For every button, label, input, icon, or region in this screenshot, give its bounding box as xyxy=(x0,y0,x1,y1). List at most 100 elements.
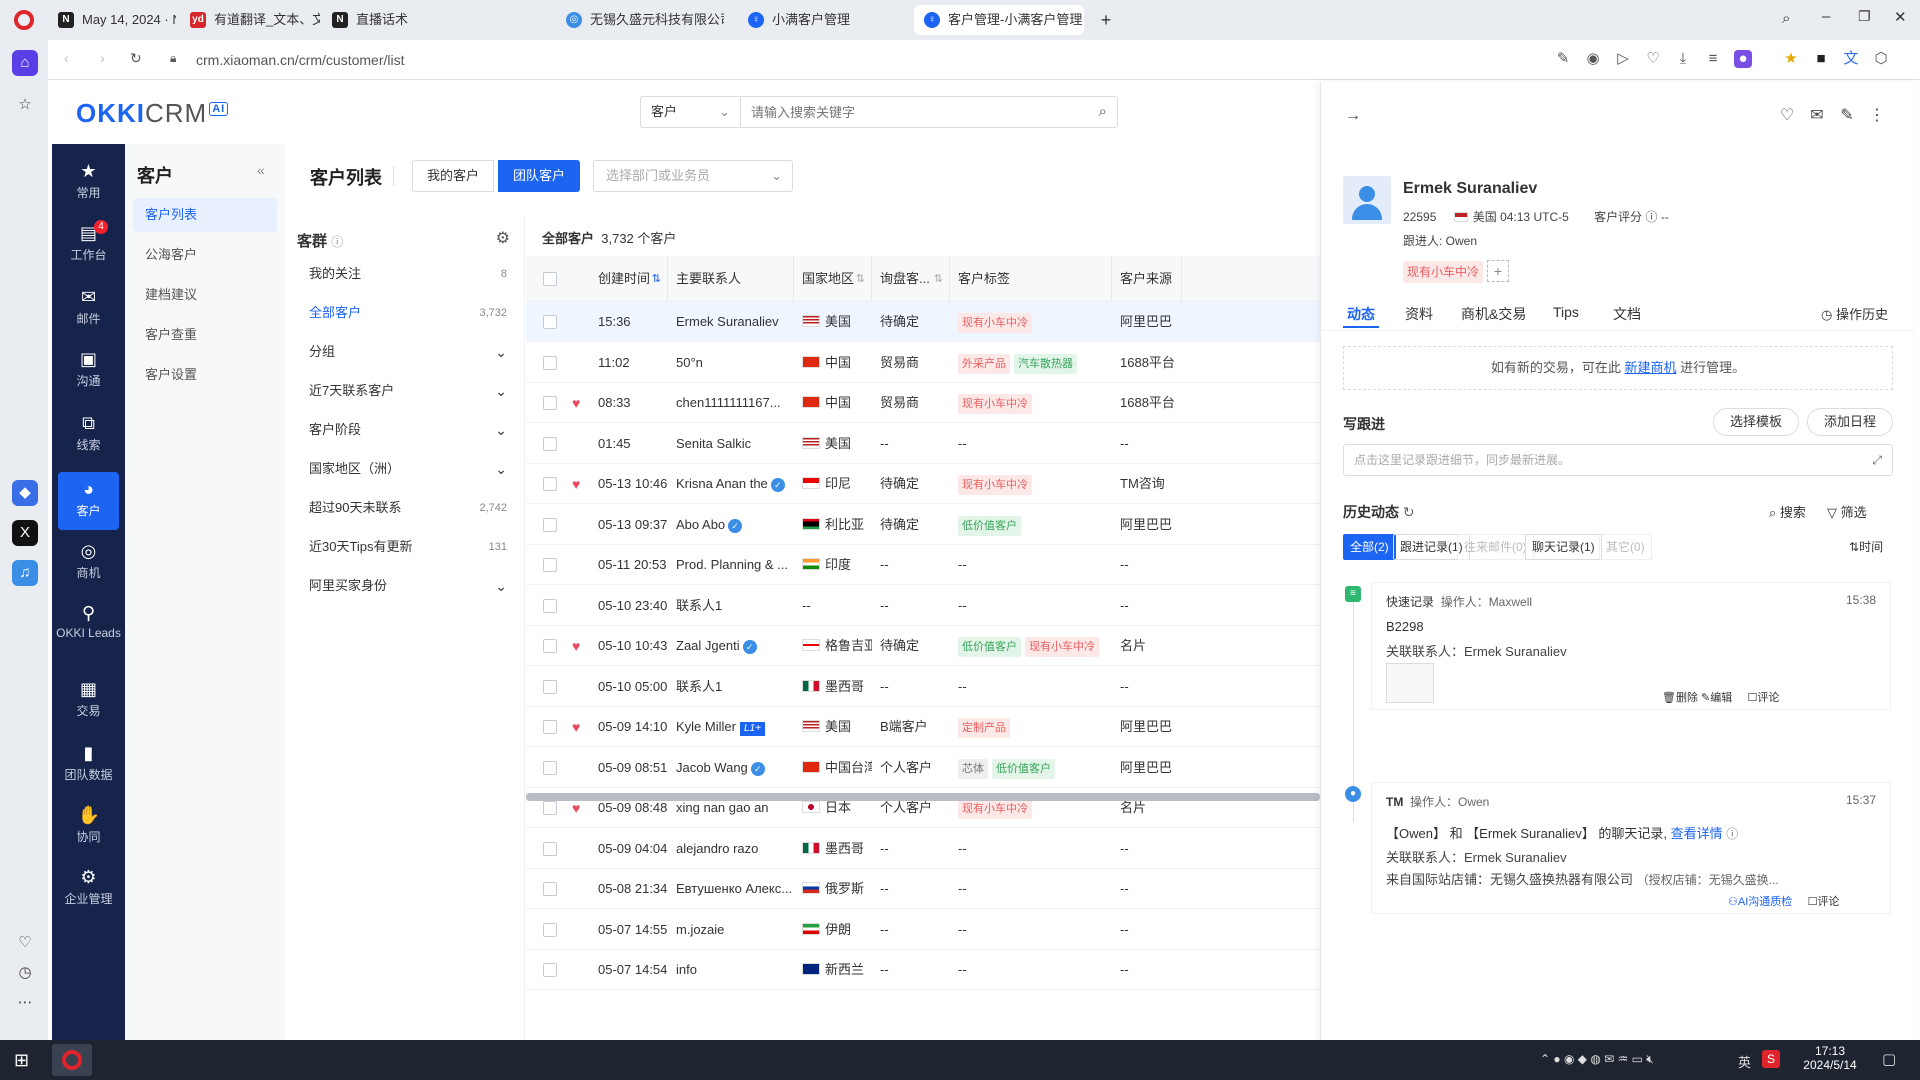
star-icon[interactable]: ☆ xyxy=(12,92,38,118)
download-icon[interactable]: ⤓ xyxy=(1674,50,1692,68)
extension-icon[interactable]: ■ xyxy=(1812,50,1830,68)
headset-icon[interactable]: ♫ xyxy=(12,560,38,586)
opera-taskbar-button[interactable] xyxy=(52,1044,92,1076)
mail-icon[interactable]: ✉ xyxy=(1807,106,1827,126)
edit-icon[interactable]: ✎ xyxy=(1837,106,1857,126)
row-checkbox[interactable] xyxy=(543,558,557,572)
row-checkbox[interactable] xyxy=(543,598,557,613)
row-checkbox[interactable] xyxy=(543,396,557,410)
subnav-item-public[interactable]: 公海客户 xyxy=(133,238,277,272)
history-search[interactable]: ⌕ 搜索 xyxy=(1769,502,1806,521)
minimize-button[interactable]: – xyxy=(1822,8,1830,25)
row-checkbox[interactable] xyxy=(543,315,557,329)
subnav-item-suggest[interactable]: 建档建议 xyxy=(133,278,277,312)
group-item[interactable]: 近30天Tips有更新 131 xyxy=(297,527,519,567)
history-icon[interactable]: ◷ xyxy=(12,960,38,986)
nav-item-2[interactable]: ✉ 邮件 xyxy=(52,280,125,338)
url-field[interactable]: crm.xiaoman.cn/crm/customer/list xyxy=(196,46,1746,74)
contact-cell[interactable]: 50°n xyxy=(676,343,794,383)
tab-deals[interactable]: 商机&交易 xyxy=(1461,304,1526,324)
sort-icon[interactable]: ⇅ xyxy=(934,256,943,302)
delete-button[interactable]: 🗑︎删除 xyxy=(1662,692,1698,704)
contact-cell[interactable]: m.jozaie xyxy=(676,910,794,950)
profile-icon[interactable]: ● xyxy=(1734,50,1752,68)
table-row[interactable]: 05-10 23:40 联系人1 -- -- -- -- xyxy=(526,586,1320,626)
column-header[interactable]: 国家地区 ⇅ xyxy=(794,256,872,302)
help-icon[interactable]: ⓘ xyxy=(331,235,343,249)
team-customers-tab[interactable]: 团队客户 xyxy=(498,160,581,192)
play-icon[interactable]: ▷ xyxy=(1614,50,1632,68)
windows-start-icon[interactable]: ⊞ xyxy=(14,1050,29,1071)
table-row[interactable]: 05-11 20:53 Prod. Planning & ... 印度 -- -- -- xyxy=(526,545,1320,585)
browser-tab-active[interactable]: ♀ 客户管理-小满客户管理 xyxy=(914,5,1084,35)
table-row[interactable]: 05-08 21:34 Евтушенко Алекс... 俄罗斯 -- -- -- xyxy=(526,869,1320,909)
group-item[interactable]: 全部客户 3,732 xyxy=(297,293,519,333)
comment-button[interactable]: ☐评论 xyxy=(1748,692,1780,704)
heart-icon[interactable]: ♥ xyxy=(572,638,580,654)
table-row[interactable]: 05-07 14:55 m.jozaie 伊朗 -- -- -- xyxy=(526,910,1320,950)
row-checkbox[interactable] xyxy=(543,760,557,775)
heart-icon[interactable]: ♥ xyxy=(572,719,580,735)
x-icon[interactable]: X xyxy=(12,520,38,546)
new-deal-link[interactable]: 新建商机 xyxy=(1624,360,1676,375)
row-checkbox[interactable] xyxy=(543,679,557,694)
contact-cell[interactable]: info xyxy=(676,950,794,990)
table-row[interactable]: 05-09 04:04 alejandro razo 墨西哥 -- -- -- xyxy=(526,829,1320,869)
add-schedule-button[interactable]: 添加日程 xyxy=(1807,408,1894,436)
nav-item-1[interactable]: ▤ 工作台 4 xyxy=(52,216,125,274)
group-item[interactable]: 分组 ⌄ xyxy=(297,332,519,372)
camera-icon[interactable]: ◉ xyxy=(1584,50,1602,68)
view-details-link[interactable]: 查看详情 xyxy=(1671,826,1723,841)
row-checkbox[interactable] xyxy=(543,801,557,815)
okki-crm-logo[interactable]: OKKICRM AI xyxy=(76,98,229,129)
translate-icon[interactable]: 文 xyxy=(1842,50,1860,68)
my-customers-tab[interactable]: 我的客户 xyxy=(412,160,495,192)
clock[interactable]: 17:13 2024/5/14 xyxy=(1800,1044,1860,1072)
contact-cell[interactable]: 联系人1 xyxy=(676,667,794,707)
contact-cell[interactable]: Abo Abo ✓ xyxy=(676,505,794,545)
heart-icon[interactable]: ♥ xyxy=(572,800,580,816)
ai-quality-check-button[interactable]: ⚇AI沟通质检 xyxy=(1728,896,1792,908)
contact-cell[interactable]: Jacob Wang ✓ xyxy=(676,748,794,788)
table-row[interactable]: 05-07 14:54 info 新西兰 -- -- -- xyxy=(526,950,1320,990)
table-row[interactable]: ♥ 05-13 10:46 Krisna Anan the ✓ 印尼 待确定 现有小车中冷 T… xyxy=(526,464,1320,504)
history-filter-button[interactable]: 其它(0) xyxy=(1599,534,1652,560)
back-icon[interactable]: ‹ xyxy=(64,50,69,66)
ime-indicator[interactable]: 英 xyxy=(1738,1052,1751,1071)
history-filter-button[interactable]: 聊天记录(1) xyxy=(1525,534,1602,560)
nav-item-5[interactable]: ◕ 客户 xyxy=(58,472,119,530)
nav-item-10[interactable]: ✋ 协同 xyxy=(52,798,125,856)
forward-icon[interactable]: › xyxy=(100,50,105,66)
browser-tab[interactable]: N 直播话术 xyxy=(322,5,452,35)
browser-tab[interactable]: ◎ 无锡久盛元科技有限公司 xyxy=(556,5,724,35)
browser-tab[interactable]: ♀ 小满客户管理 xyxy=(738,5,888,35)
operation-history-link[interactable]: ◷ 操作历史 xyxy=(1821,304,1888,323)
group-item[interactable]: 近7天联系客户 ⌄ xyxy=(297,371,519,411)
group-item[interactable]: 我的关注 8 xyxy=(297,254,519,294)
extension-icon[interactable]: ★ xyxy=(1782,50,1800,68)
cube-icon[interactable]: ⬡ xyxy=(1872,50,1890,68)
more-vertical-icon[interactable]: ⋮ xyxy=(1867,106,1887,126)
followup-input[interactable]: 点击这里记录跟进细节，同步最新进展。 ⤢ xyxy=(1343,444,1893,476)
collapse-icon[interactable]: « xyxy=(257,162,265,178)
nav-item-6[interactable]: ◎ 商机 xyxy=(52,534,125,592)
heart-icon[interactable]: ♥ xyxy=(572,476,580,492)
row-checkbox[interactable] xyxy=(543,963,557,977)
history-filter[interactable]: ▽ 筛选 xyxy=(1827,502,1867,521)
row-checkbox[interactable] xyxy=(543,477,557,491)
table-row[interactable]: ♥ 05-10 10:43 Zaal Jgenti ✓ 格鲁吉亚 待确定 低价值客户 现有小车… xyxy=(526,626,1320,666)
table-row[interactable]: 15:36 Ermek Suranaliev 美国 待确定 现有小车中冷 阿里巴巴 xyxy=(526,302,1320,342)
scrollbar-thumb[interactable] xyxy=(526,793,1320,801)
group-item[interactable]: 超过90天未联系 2,742 xyxy=(297,488,519,528)
row-checkbox[interactable] xyxy=(543,922,557,937)
group-item[interactable]: 阿里买家身份 ⌄ xyxy=(297,566,519,606)
contact-cell[interactable]: Zaal Jgenti ✓ xyxy=(676,626,794,666)
heart-outline-icon[interactable]: ♡ xyxy=(1644,50,1662,68)
row-checkbox[interactable] xyxy=(543,841,557,856)
attachment-thumbnail[interactable] xyxy=(1386,663,1434,703)
close-window-button[interactable]: ✕ xyxy=(1894,8,1907,26)
table-row[interactable]: 01:45 Senita Salkic 美国 -- -- -- xyxy=(526,424,1320,464)
subnav-item-customer-list[interactable]: 客户列表 xyxy=(133,198,277,232)
table-row[interactable]: ♥ 05-09 14:10 Kyle Miller L1+ 美国 B端客户 定制产品 阿里巴巴 xyxy=(526,707,1320,747)
sort-icon[interactable]: ⇅ xyxy=(856,256,865,302)
